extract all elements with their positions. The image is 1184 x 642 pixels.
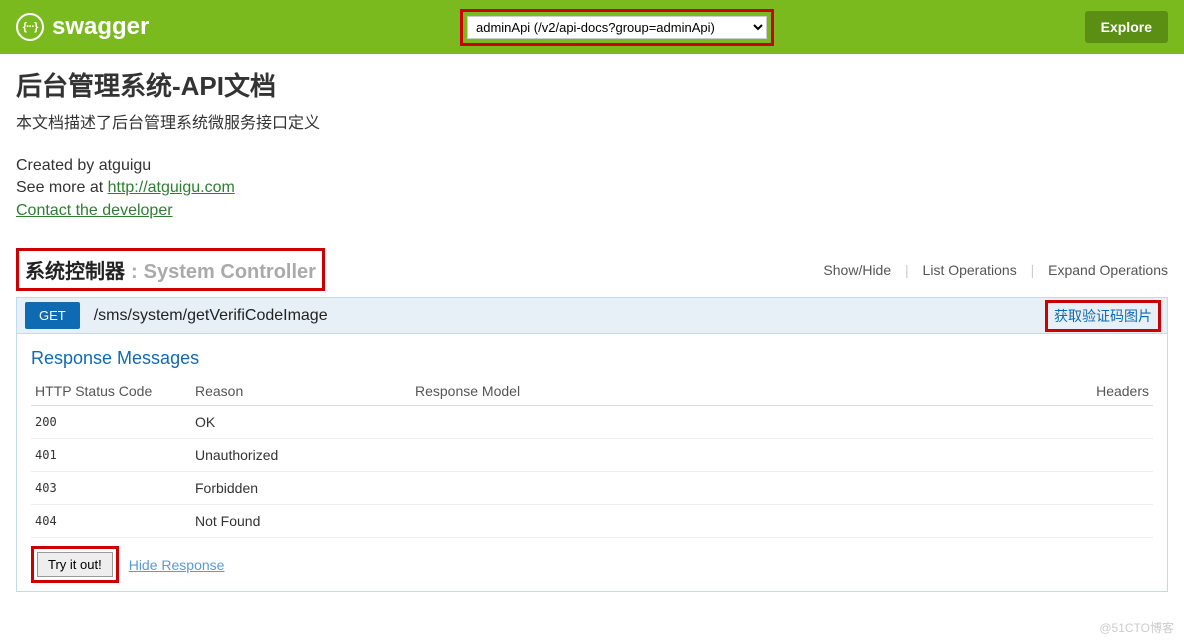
top-header: {···} swagger adminApi (/v2/api-docs?gro… bbox=[0, 0, 1184, 54]
status-reason: OK bbox=[191, 406, 411, 439]
table-row: 200 OK bbox=[31, 406, 1153, 439]
status-code: 401 bbox=[31, 439, 191, 472]
table-header-row: HTTP Status Code Reason Response Model H… bbox=[31, 377, 1153, 406]
api-description: 本文档描述了后台管理系统微服务接口定义 bbox=[16, 109, 1168, 133]
col-headers: Headers bbox=[993, 377, 1153, 406]
api-info: Created by atguigu See more at http://at… bbox=[16, 155, 1168, 222]
swagger-logo-icon: {···} bbox=[16, 13, 44, 41]
list-operations-link[interactable]: List Operations bbox=[923, 262, 1017, 278]
controller-name-cn[interactable]: 系统控制器 bbox=[25, 255, 125, 284]
status-headers bbox=[993, 472, 1153, 505]
try-it-out-button[interactable]: Try it out! bbox=[37, 552, 113, 577]
status-reason: Unauthorized bbox=[191, 439, 411, 472]
api-selector-area: adminApi (/v2/api-docs?group=adminApi) bbox=[460, 9, 774, 46]
status-reason: Not Found bbox=[191, 505, 411, 538]
controller-separator: : bbox=[131, 261, 138, 284]
try-button-highlight: Try it out! bbox=[31, 546, 119, 583]
api-selector-highlight: adminApi (/v2/api-docs?group=adminApi) bbox=[460, 9, 774, 46]
table-row: 401 Unauthorized bbox=[31, 439, 1153, 472]
api-title: 后台管理系统-API文档 bbox=[16, 66, 1168, 103]
controller-bar: 系统控制器 : System Controller Show/Hide | Li… bbox=[16, 248, 1168, 291]
status-code: 403 bbox=[31, 472, 191, 505]
status-model bbox=[411, 505, 993, 538]
status-headers bbox=[993, 406, 1153, 439]
status-code: 404 bbox=[31, 505, 191, 538]
contact-developer-link[interactable]: Contact the developer bbox=[16, 202, 173, 219]
status-model bbox=[411, 472, 993, 505]
controller-name-highlight: 系统控制器 : System Controller bbox=[16, 248, 325, 291]
status-headers bbox=[993, 439, 1153, 472]
hide-response-link[interactable]: Hide Response bbox=[129, 557, 225, 573]
col-model: Response Model bbox=[411, 377, 993, 406]
swagger-logo-text: swagger bbox=[52, 13, 149, 41]
status-model bbox=[411, 406, 993, 439]
response-table: HTTP Status Code Reason Response Model H… bbox=[31, 377, 1153, 538]
show-hide-link[interactable]: Show/Hide bbox=[823, 262, 891, 278]
created-by: Created by atguigu bbox=[16, 155, 1168, 177]
operation-summary: 获取验证码图片 bbox=[1054, 308, 1152, 324]
see-more: See more at http://atguigu.com bbox=[16, 177, 1168, 199]
divider: | bbox=[905, 262, 909, 278]
status-model bbox=[411, 439, 993, 472]
status-reason: Forbidden bbox=[191, 472, 411, 505]
response-messages-title: Response Messages bbox=[31, 348, 1153, 369]
col-reason: Reason bbox=[191, 377, 411, 406]
explore-button[interactable]: Explore bbox=[1085, 11, 1168, 43]
operation-summary-highlight: 获取验证码图片 bbox=[1045, 300, 1161, 332]
expand-operations-link[interactable]: Expand Operations bbox=[1048, 262, 1168, 278]
api-group-select[interactable]: adminApi (/v2/api-docs?group=adminApi) bbox=[467, 16, 767, 39]
controller-name-en[interactable]: System Controller bbox=[144, 261, 316, 284]
operation-header[interactable]: GET /sms/system/getVerifiCodeImage 获取验证码… bbox=[16, 297, 1168, 334]
main-content: 后台管理系统-API文档 本文档描述了后台管理系统微服务接口定义 Created… bbox=[0, 54, 1184, 604]
see-more-link[interactable]: http://atguigu.com bbox=[108, 179, 235, 196]
http-method-badge: GET bbox=[25, 302, 80, 329]
table-row: 404 Not Found bbox=[31, 505, 1153, 538]
operation-path[interactable]: /sms/system/getVerifiCodeImage bbox=[84, 301, 1045, 331]
table-row: 403 Forbidden bbox=[31, 472, 1153, 505]
watermark: @51CTO博客 bbox=[1099, 619, 1174, 636]
status-code: 200 bbox=[31, 406, 191, 439]
controller-actions: Show/Hide | List Operations | Expand Ope… bbox=[823, 262, 1168, 278]
try-row: Try it out! Hide Response bbox=[31, 546, 1153, 583]
logo-group: {···} swagger bbox=[16, 13, 149, 41]
see-more-label: See more at bbox=[16, 179, 108, 196]
col-status-code: HTTP Status Code bbox=[31, 377, 191, 406]
operation-body: Response Messages HTTP Status Code Reaso… bbox=[16, 334, 1168, 592]
divider: | bbox=[1031, 262, 1035, 278]
status-headers bbox=[993, 505, 1153, 538]
